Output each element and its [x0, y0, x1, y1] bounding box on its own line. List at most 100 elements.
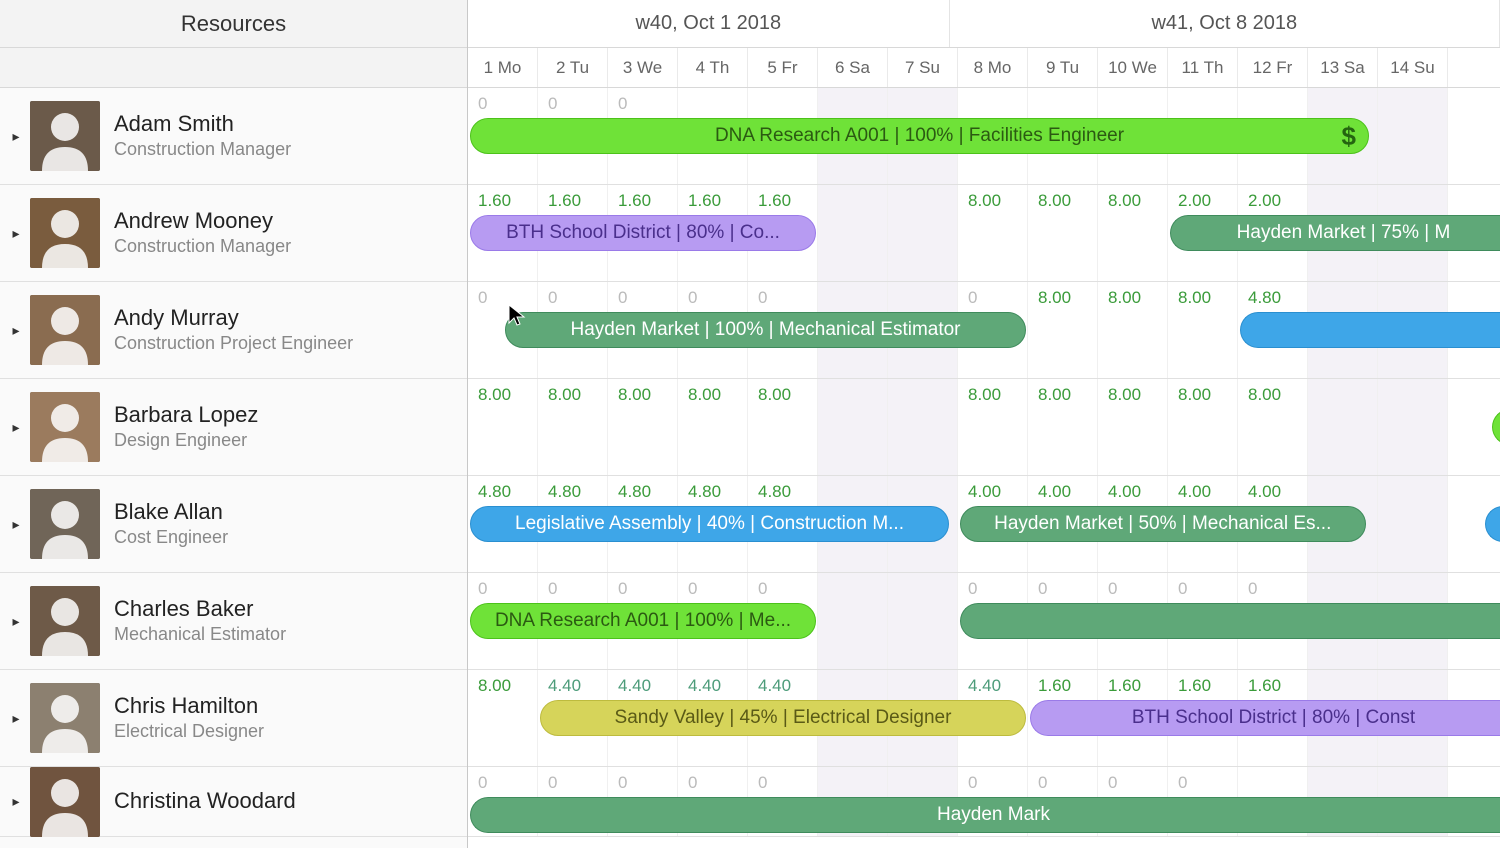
week-header: w41, Oct 8 2018	[950, 0, 1500, 47]
timeline-row[interactable]: 000DNA Research A001 | 100% | Facilities…	[468, 88, 1500, 185]
expand-icon[interactable]: ▸	[8, 613, 24, 630]
resource-role: Mechanical Estimator	[114, 624, 286, 646]
day-cell[interactable]: 8.00	[1168, 379, 1238, 475]
day-cell[interactable]	[818, 185, 888, 281]
resource-row[interactable]: ▸ Adam Smith Construction Manager	[0, 88, 467, 185]
day-cell[interactable]	[1308, 379, 1378, 475]
day-header[interactable]: 10 We	[1098, 48, 1168, 87]
task-bar[interactable]	[960, 603, 1500, 639]
task-bar[interactable]: Hayden Market | 50% | Mechanical Es...	[960, 506, 1366, 542]
resource-row[interactable]: ▸ Andrew Mooney Construction Manager	[0, 185, 467, 282]
task-bar[interactable]	[1485, 506, 1500, 542]
day-cell[interactable]: 8.00	[1168, 282, 1238, 378]
day-cell[interactable]: 8.00	[678, 379, 748, 475]
resource-row[interactable]: ▸ Christina Woodard	[0, 767, 467, 837]
day-cell[interactable]: 8.00	[748, 379, 818, 475]
resource-text: Barbara Lopez Design Engineer	[114, 402, 258, 452]
day-cell[interactable]: 8.00	[468, 379, 538, 475]
day-cell[interactable]	[1378, 476, 1448, 572]
expand-icon[interactable]: ▸	[8, 516, 24, 533]
resource-row[interactable]: ▸ Charles Baker Mechanical Estimator	[0, 573, 467, 670]
day-header[interactable]: 13 Sa	[1308, 48, 1378, 87]
task-bar[interactable]: BTH School District | 80% | Co...	[470, 215, 816, 251]
day-cell[interactable]: 8.00	[1238, 379, 1308, 475]
day-cell[interactable]: 8.00	[468, 670, 538, 766]
avatar	[30, 392, 100, 462]
resource-row[interactable]: ▸ Chris Hamilton Electrical Designer	[0, 670, 467, 767]
resource-row[interactable]: ▸ Andy Murray Construction Project Engin…	[0, 282, 467, 379]
task-bar[interactable]: Legislative Assembly | 40% | Constructio…	[470, 506, 949, 542]
hours-value: 4.80	[1248, 288, 1281, 308]
resource-role: Electrical Designer	[114, 721, 264, 743]
timeline-row[interactable]: 000000000Hayden Mark	[468, 767, 1500, 837]
day-header[interactable]: 3 We	[608, 48, 678, 87]
hours-value: 0	[1038, 773, 1047, 793]
hours-value: 8.00	[1108, 191, 1141, 211]
timeline-row[interactable]: 1.601.601.601.601.608.008.008.002.002.00…	[468, 185, 1500, 282]
day-header[interactable]: 1 Mo	[468, 48, 538, 87]
resource-text: Christina Woodard	[114, 788, 296, 814]
task-bar[interactable]: Sandy Valley | 45% | Electrical Designer	[540, 700, 1026, 736]
resource-row[interactable]: ▸ Barbara Lopez Design Engineer	[0, 379, 467, 476]
timeline-row[interactable]: 0000000000DNA Research A001 | 100% | Me.…	[468, 573, 1500, 670]
hours-value: 1.60	[1038, 676, 1071, 696]
day-cell[interactable]: 8.00	[1098, 185, 1168, 281]
day-header[interactable]: 12 Fr	[1238, 48, 1308, 87]
day-cell[interactable]	[1378, 88, 1448, 184]
resource-row[interactable]: ▸ Blake Allan Cost Engineer	[0, 476, 467, 573]
task-bar[interactable]: Hayden Market | 75% | M	[1170, 215, 1500, 251]
expand-icon[interactable]: ▸	[8, 710, 24, 727]
day-cell[interactable]	[818, 379, 888, 475]
day-header[interactable]: 14 Su	[1378, 48, 1448, 87]
day-cell[interactable]: 8.00	[958, 379, 1028, 475]
day-cell[interactable]	[888, 185, 958, 281]
expand-icon[interactable]: ▸	[8, 419, 24, 436]
expand-icon[interactable]: ▸	[8, 793, 24, 810]
day-cell[interactable]: 8.00	[1028, 282, 1098, 378]
task-bar[interactable]: Hayden Mark	[470, 797, 1500, 833]
day-cell[interactable]: 8.00	[608, 379, 678, 475]
day-cell[interactable]	[888, 379, 958, 475]
day-header[interactable]: 5 Fr	[748, 48, 818, 87]
resource-list: ▸ Adam Smith Construction Manager ▸ Andr…	[0, 88, 467, 837]
timeline-row[interactable]: 4.804.804.804.804.804.004.004.004.004.00…	[468, 476, 1500, 573]
day-cell[interactable]	[1378, 379, 1448, 475]
day-cell[interactable]	[818, 573, 888, 669]
day-cell[interactable]	[888, 573, 958, 669]
day-header[interactable]: 4 Th	[678, 48, 748, 87]
task-bar[interactable]	[1492, 409, 1500, 445]
day-cell[interactable]: 8.00	[538, 379, 608, 475]
day-header[interactable]: 11 Th	[1168, 48, 1238, 87]
week-header: w40, Oct 1 2018	[468, 0, 950, 47]
task-bar[interactable]: DNA Research A001 | 100% | Me...	[470, 603, 816, 639]
day-header[interactable]: 9 Tu	[1028, 48, 1098, 87]
hours-value: 0	[968, 288, 977, 308]
day-cell[interactable]: 8.00	[1098, 379, 1168, 475]
timeline-row[interactable]: 8.008.008.008.008.008.008.008.008.008.00	[468, 379, 1500, 476]
task-bar[interactable]: BTH School District | 80% | Const	[1030, 700, 1500, 736]
resource-role: Construction Manager	[114, 236, 291, 258]
resource-text: Andy Murray Construction Project Enginee…	[114, 305, 353, 355]
day-header[interactable]: 6 Sa	[818, 48, 888, 87]
expand-icon[interactable]: ▸	[8, 225, 24, 242]
day-header[interactable]: 8 Mo	[958, 48, 1028, 87]
timeline-row[interactable]: 0000008.008.008.004.80Hayden Market | 10…	[468, 282, 1500, 379]
day-cell[interactable]: 8.00	[1028, 185, 1098, 281]
day-header[interactable]: 7 Su	[888, 48, 958, 87]
expand-icon[interactable]: ▸	[8, 128, 24, 145]
task-bar[interactable]	[1240, 312, 1500, 348]
timeline-row[interactable]: 8.004.404.404.404.404.401.601.601.601.60…	[468, 670, 1500, 767]
day-cell[interactable]: 8.00	[958, 185, 1028, 281]
resource-name: Christina Woodard	[114, 788, 296, 814]
timeline-panel[interactable]: w40, Oct 1 2018w41, Oct 8 2018 1 Mo2 Tu3…	[468, 0, 1500, 848]
task-bar[interactable]: DNA Research A001 | 100% | Facilities En…	[470, 118, 1369, 154]
hours-value: 0	[968, 773, 977, 793]
day-header[interactable]: 2 Tu	[538, 48, 608, 87]
day-cell[interactable]: 8.00	[1028, 379, 1098, 475]
hours-value: 1.60	[758, 191, 791, 211]
hours-value: 0	[618, 579, 627, 599]
task-bar[interactable]: Hayden Market | 100% | Mechanical Estima…	[505, 312, 1026, 348]
expand-icon[interactable]: ▸	[8, 322, 24, 339]
day-cell[interactable]: 8.00	[1098, 282, 1168, 378]
hours-value: 8.00	[1108, 288, 1141, 308]
